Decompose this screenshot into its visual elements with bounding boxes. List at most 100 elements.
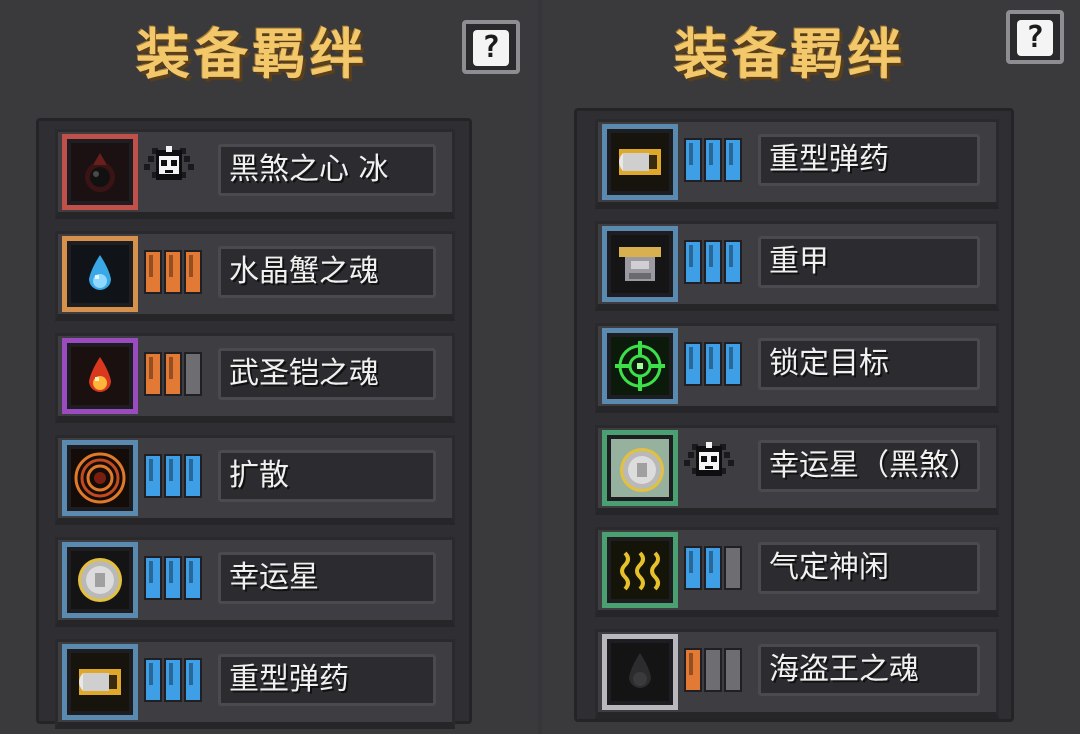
help-button[interactable]: ? xyxy=(462,20,520,74)
bond-icon-frame xyxy=(602,328,678,404)
level-bar-filled xyxy=(684,240,702,284)
bond-row[interactable]: 水晶蟹之魂 xyxy=(55,231,455,321)
level-bar-filled xyxy=(164,352,182,396)
level-bar-filled xyxy=(724,240,742,284)
bond-row[interactable]: 扩散 xyxy=(55,435,455,525)
bond-icon-frame xyxy=(602,124,678,200)
bond-name: 水晶蟹之魂 xyxy=(218,246,436,298)
bond-row[interactable]: 重型弹药 xyxy=(55,639,455,729)
level-bar-empty xyxy=(724,648,742,692)
bond-row[interactable]: 武圣铠之魂 xyxy=(55,333,455,423)
bond-level-bars xyxy=(684,642,746,700)
level-bar-filled xyxy=(164,250,182,294)
level-bar-filled xyxy=(684,648,702,692)
bond-level-bars xyxy=(684,540,746,598)
bond-level-bars xyxy=(144,550,206,608)
bond-row[interactable]: 幸运星 xyxy=(55,537,455,627)
dark-heart-icon xyxy=(71,143,129,201)
level-bar-filled xyxy=(184,250,202,294)
level-bar-filled xyxy=(184,556,202,600)
bond-level-bars xyxy=(144,346,206,404)
level-bar-filled xyxy=(144,556,162,600)
bond-name: 气定神闲 xyxy=(758,542,980,594)
level-bar-filled xyxy=(144,352,162,396)
bond-name: 武圣铠之魂 xyxy=(218,348,436,400)
bond-name: 扩散 xyxy=(218,450,436,502)
level-bar-filled xyxy=(184,454,202,498)
bond-icon-frame xyxy=(602,532,678,608)
heavy-ammo-icon xyxy=(611,133,669,191)
right-bonds-panel: 装备羁绊 ? 重型弹药重甲锁定目标幸运星（黑煞） 气定神闲海盗王之魂 xyxy=(540,0,1064,734)
equipment-bonds-screen: 装备羁绊 ? 黑煞之心 冰水晶蟹之魂 武圣铠之魂 扩散 幸运星 重型弹药 装备羁绊 ? … xyxy=(0,0,1080,734)
level-bar-filled xyxy=(144,250,162,294)
bond-level-bars xyxy=(144,652,206,710)
warrior-armor-soul-icon xyxy=(71,347,129,405)
level-bar-empty xyxy=(184,352,202,396)
level-bar-filled xyxy=(704,240,722,284)
bond-icon-frame xyxy=(602,634,678,710)
bond-name: 海盗王之魂 xyxy=(758,644,980,696)
lucky-star-coin-icon xyxy=(71,551,129,609)
level-bar-filled xyxy=(704,342,722,386)
left-bonds-panel: 装备羁绊 ? 黑煞之心 冰水晶蟹之魂 武圣铠之魂 扩散 幸运星 重型弹药 xyxy=(0,0,520,734)
level-bar-filled xyxy=(144,658,162,702)
bond-name: 幸运星 xyxy=(218,552,436,604)
lucky-star-dark-icon xyxy=(611,439,669,497)
level-bar-filled xyxy=(184,658,202,702)
bond-icon-frame xyxy=(62,644,138,720)
bond-row[interactable]: 幸运星（黑煞） xyxy=(595,425,999,515)
bond-row[interactable]: 海盗王之魂 xyxy=(595,629,999,719)
level-bar-filled xyxy=(684,138,702,182)
bond-row[interactable]: 重甲 xyxy=(595,221,999,311)
question-mark-icon: ? xyxy=(473,30,509,66)
skull-badge-icon xyxy=(144,142,206,200)
bond-level-bars xyxy=(684,234,746,292)
help-button[interactable]: ? xyxy=(1006,10,1064,64)
bond-icon-frame xyxy=(62,338,138,414)
bond-icon-frame xyxy=(62,542,138,618)
question-mark-icon: ? xyxy=(1017,20,1053,56)
lock-target-icon xyxy=(611,337,669,395)
bond-name: 幸运星（黑煞） xyxy=(758,440,980,492)
level-bar-filled xyxy=(684,546,702,590)
bond-name: 重型弹药 xyxy=(218,654,436,706)
panel-title: 装备羁绊 xyxy=(674,23,906,86)
bond-level-bars xyxy=(144,448,206,506)
level-bar-empty xyxy=(704,648,722,692)
level-bar-filled xyxy=(724,138,742,182)
bond-level-bars xyxy=(144,244,206,302)
level-bar-filled xyxy=(164,556,182,600)
level-bar-filled xyxy=(704,546,722,590)
spread-icon xyxy=(71,449,129,507)
level-bar-filled xyxy=(164,658,182,702)
bond-icon-frame xyxy=(602,226,678,302)
skull-badge-icon xyxy=(684,438,746,496)
bond-list[interactable]: 黑煞之心 冰水晶蟹之魂武圣铠之魂扩散幸运星重型弹药 xyxy=(36,118,472,729)
bond-level-bars xyxy=(684,132,746,190)
bond-icon-frame xyxy=(62,440,138,516)
level-bar-empty xyxy=(724,546,742,590)
bond-name: 锁定目标 xyxy=(758,338,980,390)
bond-row[interactable]: 气定神闲 xyxy=(595,527,999,617)
calm-steam-icon xyxy=(611,541,669,599)
bond-row[interactable]: 重型弹药 xyxy=(595,119,999,209)
bond-level-bars xyxy=(684,336,746,394)
crystal-crab-soul-icon xyxy=(71,245,129,303)
level-bar-filled xyxy=(164,454,182,498)
bond-icon-frame xyxy=(602,430,678,506)
bond-name: 重甲 xyxy=(758,236,980,288)
level-bar-filled xyxy=(684,342,702,386)
bond-row[interactable]: 锁定目标 xyxy=(595,323,999,413)
level-bar-filled xyxy=(724,342,742,386)
pirate-king-soul-icon xyxy=(611,643,669,701)
bond-name: 重型弹药 xyxy=(758,134,980,186)
level-bar-filled xyxy=(144,454,162,498)
level-bar-filled xyxy=(704,138,722,182)
bond-row[interactable]: 黑煞之心 冰 xyxy=(55,129,455,219)
heavy-ammo-icon xyxy=(71,653,129,711)
bond-icon-frame xyxy=(62,236,138,312)
bond-icon-frame xyxy=(62,134,138,210)
heavy-armor-icon xyxy=(611,235,669,293)
bond-name: 黑煞之心 冰 xyxy=(218,144,436,196)
bond-list[interactable]: 重型弹药重甲锁定目标幸运星（黑煞） 气定神闲海盗王之魂 xyxy=(574,108,1014,722)
